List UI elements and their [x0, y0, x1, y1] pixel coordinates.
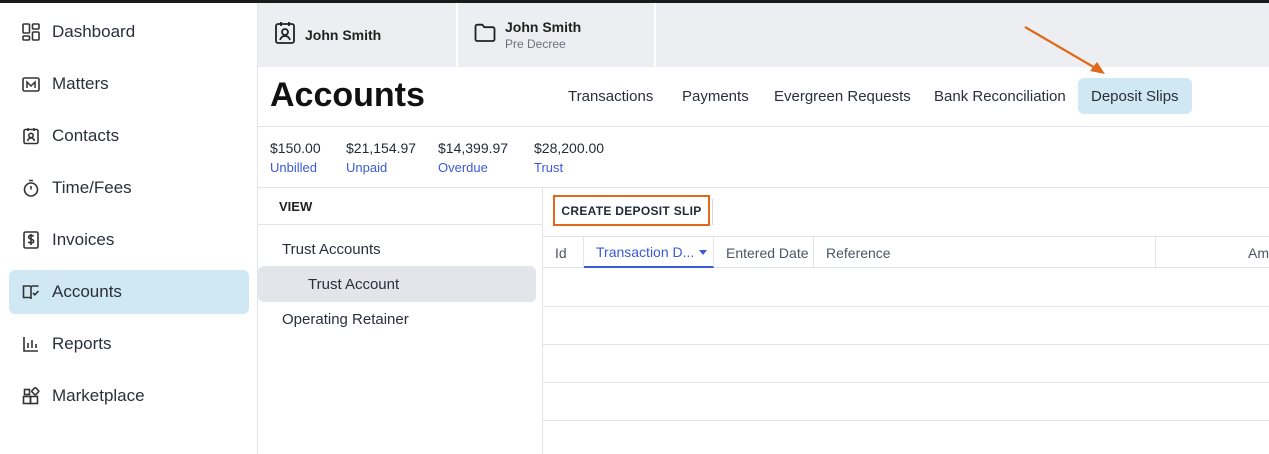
stat-overdue: $14,399.97 Overdue	[438, 140, 508, 175]
contacts-icon	[20, 125, 42, 147]
invoice-icon	[20, 229, 42, 251]
sidebar-item-invoices[interactable]: Invoices	[9, 218, 249, 262]
sidebar-item-label: Reports	[52, 334, 112, 353]
table-row	[543, 307, 1269, 345]
stat-amount: $28,200.00	[534, 140, 605, 156]
stat-label[interactable]: Unpaid	[346, 160, 416, 175]
stat-label[interactable]: Trust	[534, 160, 604, 175]
sidebar-item-label: Accounts	[52, 282, 122, 301]
matter-tab-name: John Smith	[305, 27, 382, 43]
column-amount[interactable]: Am	[1156, 237, 1269, 268]
folder-icon	[474, 23, 496, 48]
reports-icon	[20, 333, 42, 355]
grid-toolbar: CREATE DEPOSIT SLIP	[543, 188, 1269, 237]
sidebar-item-label: Matters	[52, 74, 109, 93]
sidebar-item-time-fees[interactable]: Time/Fees	[9, 166, 249, 210]
tab-evergreen-requests[interactable]: Evergreen Requests	[761, 78, 924, 114]
sidebar-item-label: Marketplace	[52, 386, 145, 405]
sort-descending-icon[interactable]	[699, 250, 707, 255]
toolbar-divider	[712, 199, 713, 225]
create-deposit-slip-button[interactable]: CREATE DEPOSIT SLIP	[553, 195, 710, 226]
sidebar-item-dashboard[interactable]: Dashboard	[9, 10, 249, 54]
open-matter-tabs: John Smith John Smith Pre Decree	[258, 3, 1269, 67]
accounts-icon	[20, 281, 42, 303]
matter-tab-matter[interactable]: John Smith Pre Decree	[458, 3, 656, 67]
matter-tab-name: John Smith	[505, 19, 582, 35]
stat-unbilled: $150.00 Unbilled	[270, 140, 321, 175]
sidebar-item-accounts[interactable]: Accounts	[9, 270, 249, 314]
matters-icon	[20, 73, 42, 95]
column-transaction-date[interactable]: Transaction D...	[584, 237, 714, 268]
grid-header: Id Transaction D... Entered Date Referen…	[543, 237, 1269, 268]
table-row	[543, 383, 1269, 421]
column-label: Transaction D...	[596, 243, 695, 260]
account-summary: $150.00 Unbilled $21,154.97 Unpaid $14,3…	[258, 127, 1269, 188]
stat-label[interactable]: Overdue	[438, 160, 508, 175]
matter-tab-subtitle: Pre Decree	[505, 37, 566, 51]
page-title: Accounts	[270, 76, 425, 114]
tree-item-trust-accounts[interactable]: Trust Accounts	[258, 231, 536, 267]
sidebar-item-reports[interactable]: Reports	[9, 322, 249, 366]
matter-tab-contact[interactable]: John Smith	[258, 3, 458, 67]
tab-payments[interactable]: Payments	[669, 78, 762, 114]
stat-trust: $28,200.00 Trust	[534, 140, 604, 175]
sidebar-item-matters[interactable]: Matters	[9, 62, 249, 106]
sidebar-item-label: Invoices	[52, 230, 115, 249]
view-panel: VIEW Trust Accounts Trust Account Operat…	[258, 188, 543, 454]
sidebar: Dashboard Matters Contacts Time/Fees Inv…	[0, 3, 258, 454]
view-heading: VIEW	[258, 188, 542, 225]
tab-transactions[interactable]: Transactions	[555, 78, 666, 114]
deposit-slips-grid: CREATE DEPOSIT SLIP Id Transaction D... …	[543, 188, 1269, 454]
column-entered-date[interactable]: Entered Date	[714, 237, 814, 268]
sidebar-item-marketplace[interactable]: Marketplace	[9, 374, 249, 418]
tree-item-trust-account[interactable]: Trust Account	[258, 266, 536, 302]
marketplace-icon	[20, 385, 42, 407]
table-row	[543, 345, 1269, 383]
sidebar-item-label: Time/Fees	[52, 178, 132, 197]
sidebar-item-label: Dashboard	[52, 22, 136, 41]
page-header: Accounts Transactions Payments Evergreen…	[258, 67, 1269, 127]
dashboard-icon	[20, 21, 42, 43]
tree-item-operating-retainer[interactable]: Operating Retainer	[258, 301, 536, 337]
stat-label[interactable]: Unbilled	[270, 160, 321, 175]
stat-amount: $150.00	[270, 140, 321, 156]
contact-card-icon	[274, 21, 296, 50]
column-id[interactable]: Id	[543, 237, 584, 268]
stat-amount: $21,154.97	[346, 140, 417, 156]
annotation-arrow	[1024, 26, 1105, 74]
stat-unpaid: $21,154.97 Unpaid	[346, 140, 416, 175]
stopwatch-icon	[20, 177, 42, 199]
sidebar-item-contacts[interactable]: Contacts	[9, 114, 249, 158]
sidebar-item-label: Contacts	[52, 126, 120, 145]
tab-deposit-slips[interactable]: Deposit Slips	[1078, 78, 1192, 114]
stat-amount: $14,399.97	[438, 140, 509, 156]
table-row	[543, 269, 1269, 307]
column-reference[interactable]: Reference	[814, 237, 1156, 268]
tab-bank-reconciliation[interactable]: Bank Reconciliation	[921, 78, 1079, 114]
